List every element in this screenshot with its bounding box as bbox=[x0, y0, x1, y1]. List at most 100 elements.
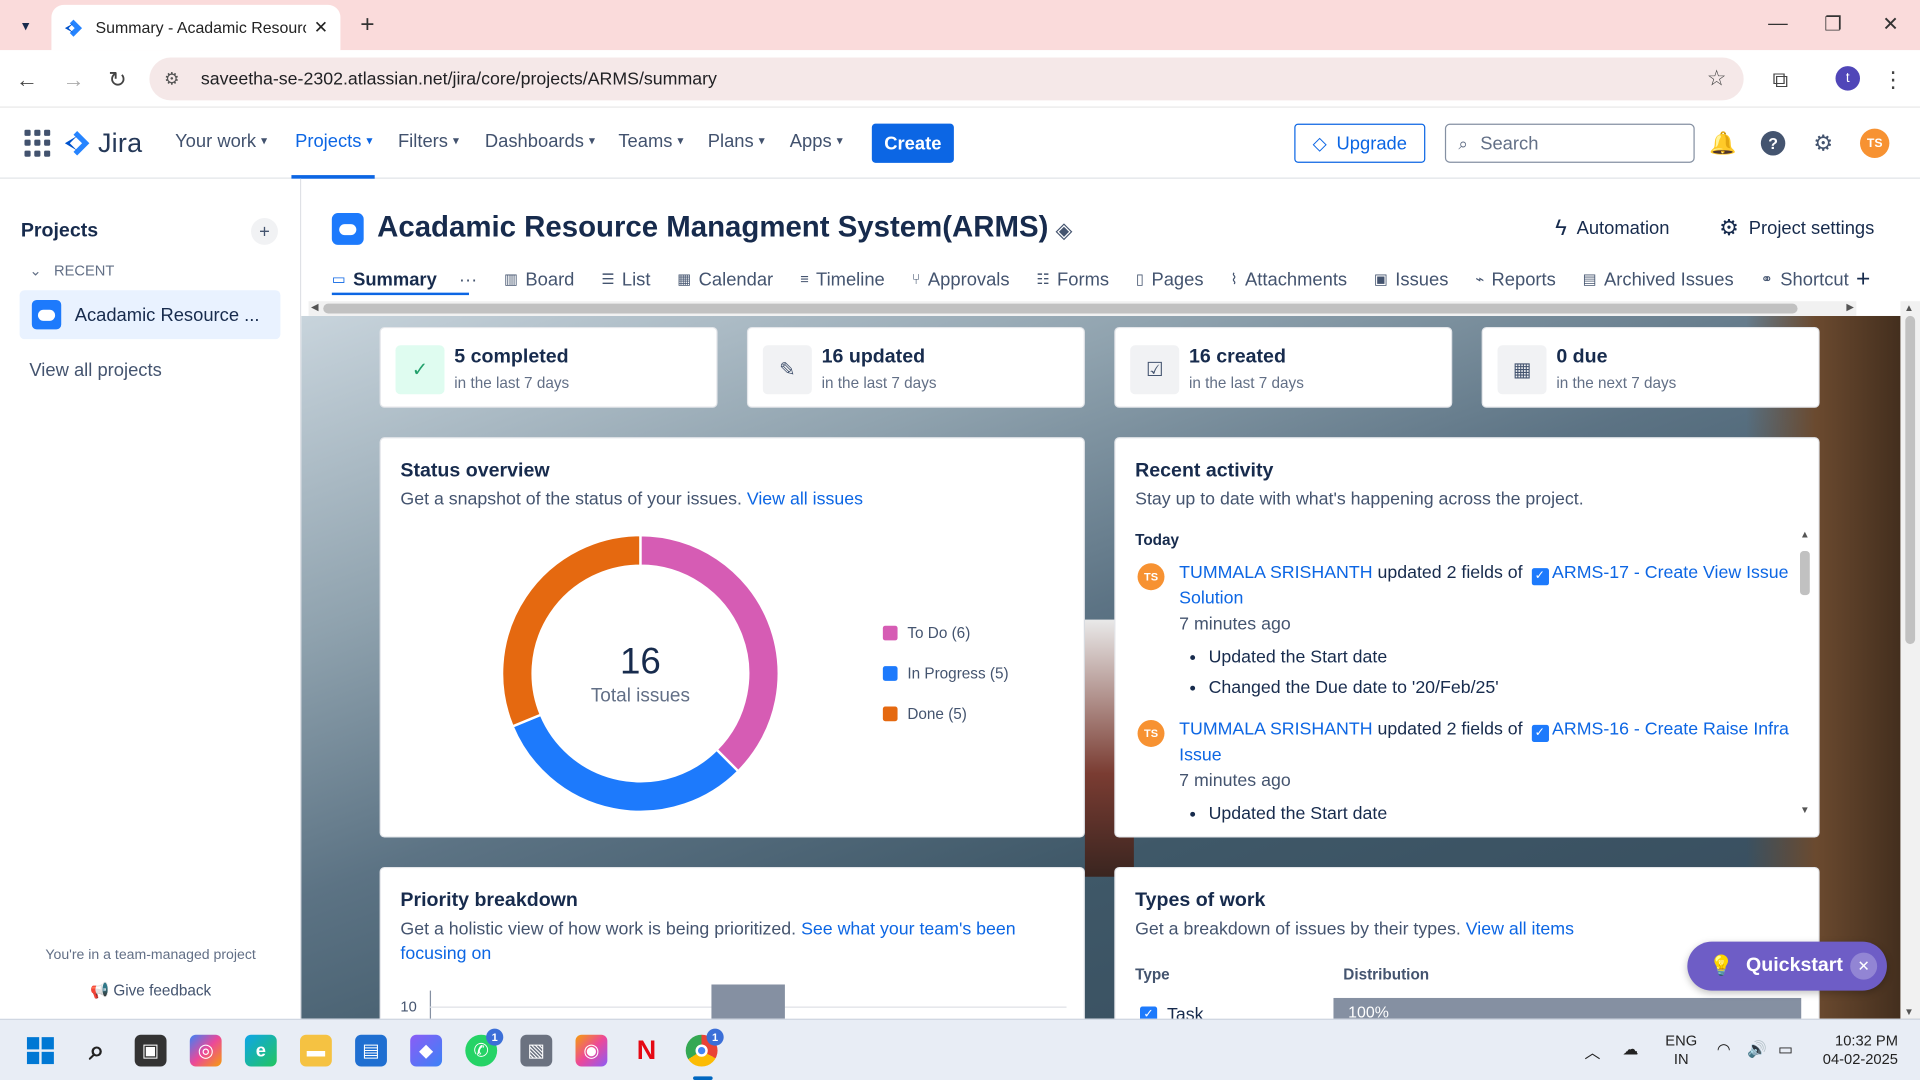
tab-issues[interactable]: ▣ Issues bbox=[1374, 269, 1448, 290]
scroll-right-icon[interactable]: ▶ bbox=[1846, 301, 1854, 312]
view-all-items-link[interactable]: View all items bbox=[1466, 920, 1574, 940]
horizontal-scrollbar[interactable]: ◀ ▶ bbox=[308, 301, 1857, 316]
give-feedback-link[interactable]: 📢 Give feedback bbox=[0, 982, 301, 1000]
tab-search-icon[interactable]: ▾ bbox=[10, 10, 42, 42]
tab-pages[interactable]: ▯ Pages bbox=[1136, 269, 1204, 290]
window-close-icon[interactable]: ✕ bbox=[1872, 10, 1909, 39]
priority-bar[interactable] bbox=[711, 984, 785, 1019]
new-tab-icon[interactable]: + bbox=[353, 10, 382, 39]
distribution-bar[interactable]: 100% bbox=[1333, 997, 1802, 1019]
back-icon[interactable]: ← bbox=[12, 65, 41, 94]
settings-gear-icon[interactable]: ⚙ bbox=[1809, 129, 1838, 158]
reload-icon[interactable]: ↻ bbox=[103, 65, 132, 94]
tab-shortcut[interactable]: ⚭ Shortcut bbox=[1761, 269, 1849, 290]
app-icon[interactable]: ◆ bbox=[410, 1034, 443, 1067]
scroll-thumb[interactable] bbox=[1905, 315, 1916, 645]
nav-dashboards[interactable]: Dashboards ▾ bbox=[485, 131, 595, 152]
language-indicator[interactable]: ENG IN bbox=[1665, 1032, 1697, 1069]
automation-button[interactable]: ϟ Automation bbox=[1555, 216, 1669, 242]
stat-card-created[interactable]: ☑ 16 created in the last 7 days bbox=[1114, 326, 1453, 408]
tab-list[interactable]: ☰ List bbox=[601, 269, 650, 290]
nav-plans[interactable]: Plans ▾ bbox=[708, 131, 765, 152]
close-icon[interactable]: ✕ bbox=[1850, 952, 1878, 980]
scroll-left-icon[interactable]: ◀ bbox=[311, 301, 319, 312]
legend-item-todo[interactable]: To Do (6) bbox=[882, 624, 970, 642]
tab-calendar[interactable]: ▦ Calendar bbox=[677, 269, 773, 290]
stat-card-completed[interactable]: ✓ 5 completed in the last 7 days bbox=[379, 326, 718, 408]
upgrade-button[interactable]: ◇ Upgrade bbox=[1294, 123, 1426, 163]
scroll-up-icon[interactable]: ▲ bbox=[1800, 529, 1810, 540]
app-switcher-icon[interactable] bbox=[24, 129, 51, 157]
onedrive-icon[interactable]: ☁ bbox=[1622, 1040, 1638, 1060]
bookmark-star-icon[interactable]: ☆ bbox=[1707, 66, 1727, 92]
battery-icon[interactable]: ▭ bbox=[1778, 1040, 1793, 1060]
edge-icon[interactable]: e bbox=[244, 1034, 277, 1067]
legend-item-in-progress[interactable]: In Progress (5) bbox=[882, 665, 1009, 682]
sidebar-item-project[interactable]: Acadamic Resource ... bbox=[19, 290, 281, 340]
donut-slice-in-progress[interactable] bbox=[510, 713, 740, 814]
scroll-down-icon[interactable]: ▼ bbox=[1904, 1007, 1914, 1018]
browser-profile-avatar[interactable]: t bbox=[1835, 66, 1861, 91]
task-view-icon[interactable]: ▣ bbox=[134, 1034, 167, 1067]
tab-attachments[interactable]: ⌇ Attachments bbox=[1230, 269, 1347, 290]
netflix-icon[interactable]: N bbox=[631, 1035, 663, 1067]
search-input[interactable]: ⌕ Search bbox=[1444, 123, 1695, 163]
browser-tab[interactable]: Summary - Acadamic Resource ✕ bbox=[51, 4, 341, 51]
user-avatar[interactable]: TS bbox=[1860, 128, 1890, 158]
notifications-icon[interactable]: 🔔 bbox=[1708, 129, 1737, 158]
recent-toggle[interactable]: ⌄ RECENT bbox=[29, 262, 114, 279]
system-clock[interactable]: 10:32 PM 04-02-2025 bbox=[1812, 1032, 1898, 1069]
tab-reports[interactable]: ⌁ Reports bbox=[1475, 269, 1556, 290]
create-button[interactable]: Create bbox=[871, 123, 954, 163]
view-all-projects-link[interactable]: View all projects bbox=[29, 360, 161, 381]
instagram-icon[interactable]: ◉ bbox=[575, 1034, 608, 1067]
scroll-thumb[interactable] bbox=[323, 303, 1798, 314]
nav-apps[interactable]: Apps ▾ bbox=[790, 131, 843, 152]
url-bar[interactable]: ⚙ saveetha-se-2302.atlassian.net/jira/co… bbox=[149, 57, 1744, 101]
nav-filters[interactable]: Filters ▾ bbox=[398, 131, 459, 152]
site-info-icon[interactable]: ⚙ bbox=[164, 69, 186, 90]
tab-forms[interactable]: ☷ Forms bbox=[1037, 269, 1110, 290]
whatsapp-icon[interactable]: ✆ 1 bbox=[465, 1028, 504, 1067]
wifi-icon[interactable]: ◠ bbox=[1717, 1040, 1731, 1060]
chrome-icon[interactable]: 1 bbox=[685, 1028, 724, 1067]
volume-icon[interactable]: 🔊 bbox=[1747, 1040, 1767, 1060]
browser-menu-icon[interactable]: ⋮ bbox=[1878, 65, 1907, 94]
tab-summary[interactable]: ▭ Summary ··· bbox=[332, 269, 477, 290]
scroll-down-icon[interactable]: ▼ bbox=[1800, 804, 1810, 815]
stat-card-due[interactable]: ▦ 0 due in the next 7 days bbox=[1481, 326, 1820, 408]
scroll-thumb[interactable] bbox=[1800, 551, 1810, 596]
tab-approvals[interactable]: ⑂ Approvals bbox=[912, 269, 1010, 290]
activity-user-link[interactable]: TUMMALA SRISHANTH bbox=[1179, 563, 1372, 583]
minimize-icon[interactable]: — bbox=[1760, 10, 1797, 39]
tab-board[interactable]: ▥ Board bbox=[504, 269, 574, 290]
jira-logo[interactable]: Jira bbox=[64, 127, 143, 159]
legend-item-done[interactable]: Done (5) bbox=[882, 705, 967, 722]
stat-card-updated[interactable]: ✎ 16 updated in the last 7 days bbox=[746, 326, 1085, 408]
restore-icon[interactable]: ❐ bbox=[1815, 10, 1852, 39]
extensions-icon[interactable]: ⧉ bbox=[1766, 65, 1795, 94]
close-tab-icon[interactable]: ✕ bbox=[314, 17, 328, 38]
add-project-button[interactable]: + bbox=[251, 217, 278, 245]
project-settings-button[interactable]: ⚙ Project settings bbox=[1719, 216, 1874, 242]
activity-scrollbar[interactable]: ▲ ▼ bbox=[1796, 529, 1813, 816]
help-icon[interactable]: ? bbox=[1758, 129, 1787, 158]
scroll-up-icon[interactable]: ▲ bbox=[1904, 302, 1914, 313]
nav-teams[interactable]: Teams ▾ bbox=[618, 131, 683, 152]
more-icon[interactable]: ··· bbox=[459, 269, 477, 290]
vertical-scrollbar[interactable]: ▲ ▼ bbox=[1900, 301, 1920, 1019]
nav-your-work[interactable]: Your work ▾ bbox=[175, 131, 267, 152]
paint-bucket-icon[interactable]: ◈ bbox=[1056, 218, 1073, 244]
forward-icon[interactable]: → bbox=[59, 65, 88, 94]
add-tab-icon[interactable]: + bbox=[1856, 265, 1870, 293]
file-explorer-icon[interactable]: ▬ bbox=[300, 1034, 332, 1067]
quickstart-button[interactable]: 💡 Quickstart ✕ bbox=[1687, 941, 1887, 991]
copilot-icon[interactable]: ◎ bbox=[189, 1034, 222, 1067]
search-icon[interactable]: ⌕ bbox=[81, 1035, 113, 1067]
tab-archived-issues[interactable]: ▤ Archived Issues bbox=[1583, 269, 1734, 290]
view-all-issues-link[interactable]: View all issues bbox=[747, 490, 863, 510]
type-row-task[interactable]: ✓ Task bbox=[1140, 1005, 1203, 1019]
activity-user-link[interactable]: TUMMALA SRISHANTH bbox=[1179, 720, 1372, 740]
photos-icon[interactable]: ▧ bbox=[520, 1034, 553, 1067]
store-icon[interactable]: ▤ bbox=[355, 1034, 387, 1067]
